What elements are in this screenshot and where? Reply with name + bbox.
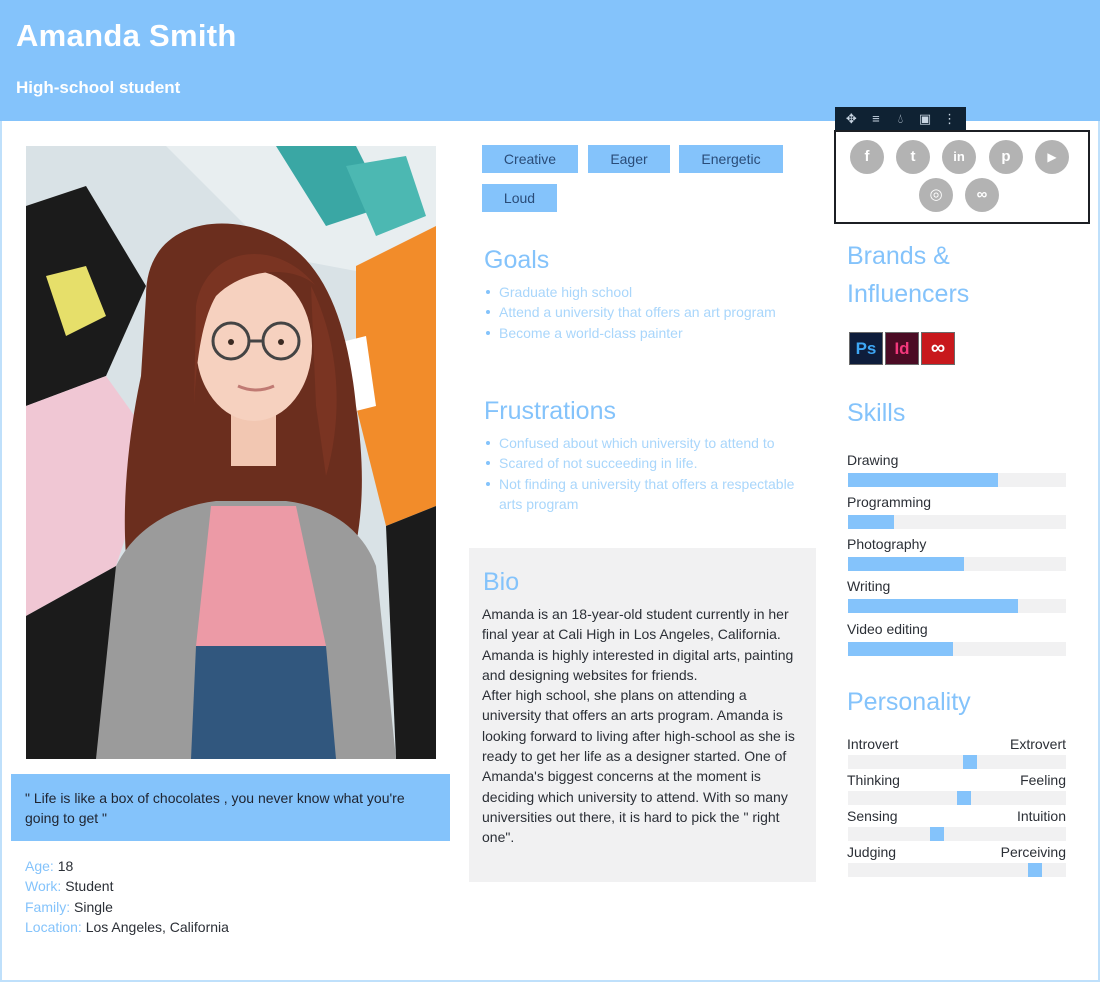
skill-bar <box>848 642 1066 656</box>
image-icon[interactable]: ▣ <box>916 107 934 131</box>
facebook-icon[interactable]: f <box>850 140 884 174</box>
skill-label: Writing <box>847 578 891 594</box>
goals-list: Graduate high school Attend a university… <box>484 282 814 343</box>
pinterest-icon[interactable]: p <box>989 140 1023 174</box>
skill-bar-fill <box>848 473 999 487</box>
photoshop-icon: Ps <box>849 332 883 365</box>
color-drop-icon[interactable]: 💧︎ <box>891 107 909 131</box>
skill-bar <box>848 557 1066 571</box>
skill-bar-fill <box>848 642 953 656</box>
brands-heading-line2: Influencers <box>847 280 970 308</box>
personality-marker <box>957 791 971 805</box>
detail-location: Location: Los Angeles, California <box>25 917 229 937</box>
frustrations-list: Confused about which university to atten… <box>484 433 814 514</box>
link-icon[interactable]: ∞ <box>965 178 999 212</box>
detail-key: Family: <box>25 898 71 915</box>
personality-marker <box>1028 863 1042 877</box>
skills-heading: Skills <box>847 399 906 427</box>
detail-age: Age: 18 <box>25 856 229 876</box>
personality-left-label: Introvert <box>847 736 899 752</box>
skill-bar-fill <box>848 515 894 529</box>
list-item: Confused about which university to atten… <box>484 433 814 453</box>
personality-scale <box>848 755 1066 769</box>
persona-name: Amanda Smith <box>16 18 237 53</box>
detail-value: 18 <box>53 858 74 874</box>
instagram-icon[interactable]: ◎ <box>919 178 953 212</box>
personality-scale <box>848 827 1066 841</box>
detail-key: Age: <box>25 858 54 874</box>
personality-right-label: Extrovert <box>1009 736 1066 752</box>
element-toolbar[interactable]: ✥ ≡ 💧︎ ▣ ⋮ <box>835 107 966 131</box>
skill-label: Programming <box>847 494 932 510</box>
list-item: Attend a university that offers an art p… <box>484 302 814 322</box>
brands-heading: Brands & <box>847 242 950 270</box>
persona-photo <box>26 146 436 759</box>
personality-scale <box>848 791 1066 805</box>
personality-marker <box>963 755 977 769</box>
trait-tag: Loud <box>482 184 557 212</box>
detail-value: Single <box>70 898 113 915</box>
skill-label: Drawing <box>847 452 899 468</box>
persona-details: Age: 18 Work: Student Family: Single Loc… <box>25 856 229 937</box>
personality-left-label: Thinking <box>847 772 900 788</box>
personality-right-label: Intuition <box>1016 808 1066 824</box>
personality-right-label: Feeling <box>1020 772 1066 788</box>
linkedin-icon[interactable]: in <box>942 140 976 174</box>
persona-role: High-school student <box>16 78 181 97</box>
detail-value: Los Angeles, California <box>81 918 229 935</box>
goals-heading: Goals <box>484 246 550 274</box>
skill-bar <box>848 515 1066 529</box>
personality-right-label: Perceiving <box>1000 844 1066 860</box>
detail-key: Work: <box>25 878 62 895</box>
skill-bar <box>848 599 1066 613</box>
bio-text: Amanda is an 18-year-old student current… <box>482 606 795 846</box>
align-icon[interactable]: ≡ <box>867 107 885 131</box>
detail-work: Work: Student <box>25 876 229 896</box>
persona-quote: " Life is like a box of chocolates , you… <box>11 774 450 841</box>
personality-left-label: Judging <box>847 844 897 860</box>
skill-label: Photography <box>847 536 927 552</box>
bio-panel: Bio Amanda is an 18-year-old student cur… <box>469 548 816 882</box>
skill-bar-fill <box>848 557 964 571</box>
detail-key: Location: <box>25 918 82 935</box>
personality-left-label: Sensing <box>847 808 898 824</box>
creative-cloud-icon: ∞ <box>921 332 955 365</box>
list-item: Graduate high school <box>484 282 814 302</box>
trait-tag: Energetic <box>679 145 783 173</box>
skill-label: Video editing <box>847 621 928 637</box>
detail-family: Family: Single <box>25 897 229 917</box>
personality-scale <box>848 863 1066 877</box>
move-icon[interactable]: ✥ <box>842 107 860 131</box>
skill-bar <box>848 473 1066 487</box>
list-item: Not finding a university that offers a r… <box>484 474 814 515</box>
trait-tag: Eager <box>588 145 670 173</box>
youtube-icon[interactable]: ▶ <box>1035 140 1069 174</box>
skill-bar-fill <box>848 599 1019 613</box>
social-links: f t in p ▶ ◎ ∞ <box>834 130 1090 224</box>
personality-heading: Personality <box>847 688 971 716</box>
detail-value: Student <box>61 878 114 895</box>
header: Amanda Smith High-school student <box>0 0 1100 121</box>
more-vertical-icon[interactable]: ⋮ <box>941 107 959 131</box>
indesign-icon: Id <box>885 332 919 365</box>
trait-tag: Creative <box>482 145 578 173</box>
twitter-icon[interactable]: t <box>896 140 930 174</box>
frustrations-heading: Frustrations <box>484 397 616 425</box>
list-item: Become a world-class painter <box>484 323 814 343</box>
personality-marker <box>930 827 944 841</box>
list-item: Scared of not succeeding in life. <box>484 453 814 473</box>
bio-heading: Bio <box>483 568 520 596</box>
